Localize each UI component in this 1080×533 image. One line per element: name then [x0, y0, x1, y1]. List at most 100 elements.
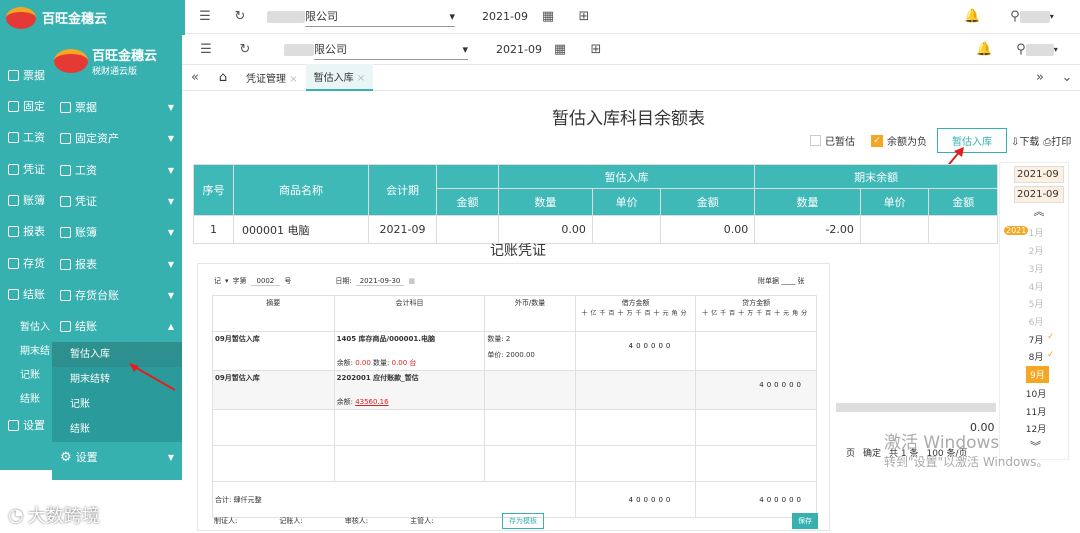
voucher-row[interactable] [212, 409, 817, 446]
user-icon[interactable]: ⚲ [1016, 42, 1026, 57]
voucher-row[interactable]: 09月暂估入库 1405 库存商品/000001.电脑 余额: 0.00 数量: … [212, 331, 817, 371]
attach-field[interactable]: 附单据 ____ 张 [758, 276, 804, 286]
save-button[interactable]: 保存 [792, 513, 818, 529]
month-3[interactable]: 3月 [1008, 262, 1064, 275]
sidebar-item-books[interactable]: 账簿 ▼ [52, 217, 182, 247]
voucher-number-input[interactable]: 0002 [250, 277, 281, 286]
month-6[interactable]: 6月 [1008, 315, 1064, 328]
check-icon: ✓ [1047, 332, 1055, 342]
col-end-amount: 金额 [928, 188, 998, 216]
brand-sub: 税财通云版 [92, 67, 138, 77]
col-no: 序号 [193, 164, 234, 216]
company-blur [267, 10, 305, 23]
col-period: 会计期 [368, 164, 437, 216]
month-11[interactable]: 11月 [1008, 405, 1064, 418]
company-select[interactable]: 限公司 ▾ [314, 40, 468, 60]
voucher-row[interactable]: 09月暂估入库 2202001 应付账款_暂估 余额: 43560.16 4000… [212, 370, 817, 410]
back-sb-1[interactable]: 固定 [0, 91, 52, 121]
sidebar-item-vouchers[interactable]: 凭证 ▼ [52, 186, 182, 216]
brand-name: 百旺金穗云 [92, 49, 158, 64]
company-select[interactable]: 限公司 ▾ [305, 7, 455, 27]
apps-icon[interactable]: ⊞ [586, 42, 606, 57]
back-sidebar-items: 票据 固定 工资 凭证 账簿 报表 存货 结账 暂估入 期末结 记账 结账 设置 [0, 60, 52, 440]
back-sb-5[interactable]: 报表 [0, 216, 52, 246]
tab-voucher-mgmt[interactable]: 凭证管理 × [238, 70, 306, 85]
refresh-icon[interactable]: ↻ [230, 42, 260, 57]
apps-icon[interactable]: ⊞ [574, 9, 594, 24]
bell-icon[interactable]: 🔔 [964, 9, 980, 24]
sidebar-item-closing[interactable]: 结账 ▲ [52, 311, 182, 341]
period-to[interactable]: 2021-09 [1014, 186, 1064, 203]
back-sb-11[interactable]: 结账 [0, 382, 52, 412]
period-label: 2021-09 [482, 10, 528, 23]
sidebar-item-reports[interactable]: 报表 ▼ [52, 249, 182, 279]
refresh-icon[interactable]: ↻ [225, 9, 255, 24]
save-template-button[interactable]: 存为模板 [502, 513, 544, 529]
period-label: 2021-09 [496, 43, 542, 56]
col-in-amount: 金额 [660, 188, 756, 216]
front-logo: 百旺金穗云 税财通云版 [52, 35, 182, 87]
menu-toggle-icon[interactable]: ☰ [182, 42, 230, 57]
table-row[interactable]: 1 000001 电脑 2021-09 0.00 0.00 -2.00 [193, 215, 998, 244]
home-icon[interactable]: ⌂ [208, 70, 238, 85]
back-logo: 百旺金穗云 [0, 0, 185, 35]
col-in-qty: 数量 [498, 188, 593, 216]
user-icon[interactable]: ⚲ [1010, 9, 1020, 24]
front-sidebar: 百旺金穗云 税财通云版 票据 ▼ 固定资产 ▼ 工资 ▼ 凭证 ▼ 账簿 ▼ 报表 ▼ 存货… [52, 35, 182, 480]
sidebar-sub-posting[interactable]: 记账 [52, 392, 182, 417]
chevron-down-icon[interactable]: ⌄ [1054, 70, 1080, 85]
checkbox-estimated[interactable] [810, 135, 821, 146]
col-in-price: 单价 [591, 188, 662, 216]
checkbox-negative[interactable]: ✓ [871, 134, 883, 147]
windows-watermark: 激活 Windows 转到"设置"以激活 Windows。 [884, 433, 1049, 469]
sidebar-item-wages[interactable]: 工资 ▼ [52, 155, 182, 185]
year-up-icon[interactable]: ︽ [1010, 203, 1068, 219]
user-chevron-icon[interactable]: ▾ [1054, 45, 1058, 54]
expand-right-icon[interactable]: » [1026, 70, 1054, 85]
collapse-left-icon[interactable]: « [182, 70, 208, 85]
voucher-date-input[interactable]: 2021-09-30 [355, 277, 405, 286]
sidebar-item-assets[interactable]: 固定资产 ▼ [52, 123, 182, 153]
wages-icon [60, 164, 71, 176]
period-from[interactable]: 2021-09 [1014, 166, 1064, 183]
user-blur [1019, 10, 1050, 23]
gear-icon: ⚙ [60, 449, 72, 465]
user-chevron-icon[interactable]: ▾ [1050, 12, 1054, 21]
table-scrollbar[interactable] [836, 403, 996, 412]
calendar-icon[interactable]: ▦ [538, 9, 558, 24]
back-sb-6[interactable]: 存货 [0, 248, 52, 278]
calendar-icon[interactable]: ▦ [550, 42, 570, 57]
bell-icon[interactable]: 🔔 [976, 42, 992, 57]
back-sb-0[interactable]: 票据 [0, 60, 52, 90]
back-sb-12[interactable]: 设置 [0, 410, 52, 440]
back-sb-3[interactable]: 凭证 [0, 154, 52, 184]
print-button[interactable]: ⎙打印 [1043, 133, 1071, 148]
month-7[interactable]: 7月 [1008, 333, 1064, 346]
month-5[interactable]: 5月 [1008, 297, 1064, 310]
assets-icon [60, 132, 71, 144]
month-9[interactable]: 9月 [1026, 366, 1049, 383]
sidebar-sub-close[interactable]: 结账 [52, 417, 182, 442]
confirm-button[interactable]: 确定 [863, 446, 881, 459]
col-end-qty: 数量 [754, 188, 861, 216]
col-name: 商品名称 [233, 164, 369, 216]
month-1[interactable]: 1月 [1008, 226, 1064, 239]
menu-toggle-icon[interactable]: ☰ [185, 9, 225, 24]
month-2[interactable]: 2月 [1008, 244, 1064, 257]
sidebar-item-settings[interactable]: ⚙ 设置 ▼ [52, 442, 182, 472]
month-4[interactable]: 4月 [1008, 280, 1064, 293]
voucher-table: 摘要 会计科目 外币/数量 借方金额 十亿千百十万千百十元角分 贷方金额 十亿千百十… [212, 295, 817, 518]
download-button[interactable]: ⇩下载 [1011, 133, 1039, 148]
voucher-row[interactable] [212, 445, 817, 482]
tab-estimate[interactable]: 暂估入库 × [305, 64, 374, 91]
back-sb-2[interactable]: 工资 [0, 122, 52, 152]
calendar-icon[interactable]: ▦ [408, 277, 415, 285]
user-blur [1025, 43, 1054, 56]
month-8[interactable]: 8月 [1008, 350, 1064, 363]
back-sb-4[interactable]: 账簿 [0, 185, 52, 215]
back-sb-7[interactable]: 结账 [0, 279, 52, 309]
sidebar-item-inventory[interactable]: 存货台账 ▼ [52, 280, 182, 310]
sidebar-item-bills[interactable]: 票据 ▼ [52, 92, 182, 122]
month-10[interactable]: 10月 [1008, 387, 1064, 400]
logo-icon: ◔ [8, 504, 24, 526]
